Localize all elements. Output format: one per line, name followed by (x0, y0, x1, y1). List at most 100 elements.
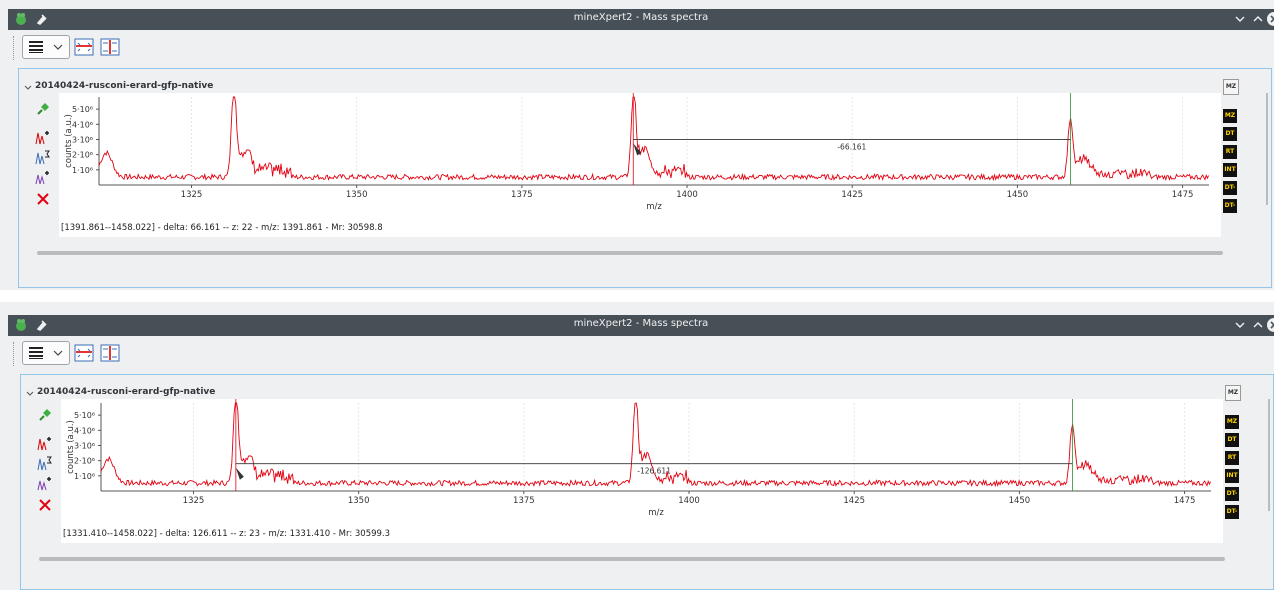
y-axis-label: counts (a.u.) (66, 420, 76, 474)
status-bar: [1391.861--1458.022] - delta: 66.161 -- … (59, 219, 1221, 237)
vertical-scrollbar[interactable] (1268, 399, 1270, 511)
dt-icon[interactable]: DT (1223, 127, 1237, 141)
maximize-button[interactable] (1250, 317, 1266, 333)
y-tick-label: 5·10⁶ (74, 411, 95, 420)
y-tick-label: 2·10⁶ (74, 457, 95, 466)
y-tick-label: 2·10⁶ (72, 151, 93, 160)
y-tick-label: 1·10⁶ (72, 166, 93, 175)
dt-mz-icon[interactable]: DT-MZ (1225, 487, 1239, 501)
vertical-scrollbar[interactable] (1266, 93, 1268, 205)
close-icon[interactable] (35, 191, 51, 207)
x-tick-label: 1325 (181, 190, 203, 200)
measure-label: -66.161 (837, 142, 866, 151)
dt-mz-icon[interactable]: DT-MZ (1223, 181, 1237, 195)
panel-title: 20140424-rusconi-erard-gfp-native (35, 81, 214, 91)
spectrum-trace (98, 96, 1210, 182)
x-tick-label: 1425 (841, 190, 863, 200)
x-tick-label: 1350 (348, 496, 370, 506)
right-toolbar: MZ MZ DT RT INT DT-MZ DT-RT (1219, 79, 1243, 213)
x-axis-label: m/z (648, 508, 664, 518)
chevron-down-icon (53, 350, 63, 356)
y-tick-label: 3·10⁶ (74, 441, 95, 450)
status-bar: [1331.410--1458.022] - delta: 126.611 --… (61, 525, 1223, 543)
show-all-plots-icon[interactable] (100, 37, 120, 57)
pin-icon[interactable] (37, 407, 53, 423)
show-all-plots-icon[interactable] (100, 343, 120, 363)
rt-icon[interactable]: RT (1225, 451, 1239, 465)
toolbar-handle[interactable] (13, 36, 17, 60)
close-window-button[interactable] (1266, 317, 1274, 333)
main-toolbar (8, 336, 1274, 372)
minimize-button[interactable] (1232, 11, 1248, 27)
mass-spec-sum-icon[interactable] (37, 455, 53, 471)
pin-icon[interactable] (35, 101, 51, 117)
x-tick-label: 1325 (183, 496, 205, 506)
spectrum-panel: 20140424-rusconi-erard-gfp-native 1325 13… (18, 68, 1272, 288)
mass-spec-combine-icon[interactable] (35, 169, 51, 185)
hamburger-icon (29, 347, 43, 359)
collapse-icon[interactable] (25, 388, 35, 398)
x-tick-label: 1450 (1007, 190, 1029, 200)
left-toolbar (31, 95, 55, 215)
panel-title: 20140424-rusconi-erard-gfp-native (37, 387, 216, 397)
mz-icon[interactable]: MZ (1223, 109, 1237, 123)
horizontal-scrollbar[interactable] (37, 251, 1223, 255)
dt-rt-icon[interactable]: DT-RT (1223, 199, 1237, 213)
int-icon[interactable]: INT (1225, 469, 1239, 483)
x-tick-label: 1475 (1174, 496, 1196, 506)
y-tick-label: 3·10⁶ (72, 135, 93, 144)
y-tick-label: 4·10⁶ (74, 426, 95, 435)
x-axis-label: m/z (646, 202, 662, 212)
window-title: mineXpert2 - Mass spectra (573, 12, 709, 23)
y-tick-label: 4·10⁶ (72, 120, 93, 129)
y-axis-label: counts (a.u.) (64, 114, 74, 168)
x-tick-label: 1350 (346, 190, 368, 200)
close-window-button[interactable] (1266, 11, 1274, 27)
rt-icon[interactable]: RT (1223, 145, 1237, 159)
mz-icon[interactable]: MZ (1225, 385, 1241, 401)
minimize-button[interactable] (1232, 317, 1248, 333)
y-tick-label: 5·10⁶ (72, 105, 93, 114)
maximize-button[interactable] (1250, 11, 1266, 27)
main-menu-button[interactable] (22, 35, 70, 59)
mass-spec-combine-icon[interactable] (37, 475, 53, 491)
hide-all-plots-icon[interactable] (74, 37, 94, 57)
window-titlebar[interactable]: mineXpert2 - Mass spectra (8, 315, 1274, 336)
int-icon[interactable]: INT (1223, 163, 1237, 177)
spectrum-plot[interactable]: 1325 1350 1375 1400 1425 1450 1475 1·10⁶ 2·10⁶ 3·… (61, 399, 1223, 527)
spectrum-plot[interactable]: 1325 1350 1375 1400 1425 1450 1475 1·10⁶ 2·10⁶ 3·… (59, 93, 1221, 221)
window-titlebar[interactable]: mineXpert2 - Mass spectra (8, 9, 1274, 30)
main-toolbar (8, 30, 1274, 66)
spectrum-panel: 20140424-rusconi-erard-gfp-native 1325 13… (20, 374, 1274, 590)
right-toolbar: MZ MZ DT RT INT DT-MZ DT-RT (1221, 385, 1245, 519)
chevron-down-icon (53, 44, 63, 50)
hide-all-plots-icon[interactable] (74, 343, 94, 363)
x-tick-label: 1375 (511, 190, 533, 200)
x-tick-label: 1400 (676, 190, 698, 200)
x-tick-label: 1475 (1172, 190, 1194, 200)
cursor-arrow-icon (235, 467, 244, 480)
mass-spectra-window-2: mineXpert2 - Mass spectra 20140424-rusco… (0, 302, 1274, 590)
mass-spec-add-icon[interactable] (37, 435, 53, 451)
mz-icon[interactable]: MZ (1225, 415, 1239, 429)
measure-label: -126.611 (637, 467, 671, 476)
main-menu-button[interactable] (22, 341, 70, 365)
x-tick-label: 1450 (1009, 496, 1031, 506)
mz-icon[interactable]: MZ (1223, 79, 1239, 95)
horizontal-scrollbar[interactable] (39, 557, 1225, 561)
x-tick-label: 1425 (843, 496, 865, 506)
dt-rt-icon[interactable]: DT-RT (1225, 505, 1239, 519)
dt-icon[interactable]: DT (1225, 433, 1239, 447)
mass-spec-add-icon[interactable] (35, 129, 51, 145)
mass-spec-sum-icon[interactable] (35, 149, 51, 165)
y-tick-label: 1·10⁶ (74, 472, 95, 481)
hamburger-icon (29, 41, 43, 53)
left-toolbar (33, 401, 57, 521)
x-tick-label: 1400 (678, 496, 700, 506)
mass-spectra-window-1: mineXpert2 - Mass spectra 20140424-rusco… (0, 0, 1274, 290)
x-tick-label: 1375 (513, 496, 535, 506)
collapse-icon[interactable] (23, 82, 33, 92)
window-title: mineXpert2 - Mass spectra (573, 318, 709, 329)
toolbar-handle[interactable] (13, 342, 17, 366)
close-icon[interactable] (37, 497, 53, 513)
